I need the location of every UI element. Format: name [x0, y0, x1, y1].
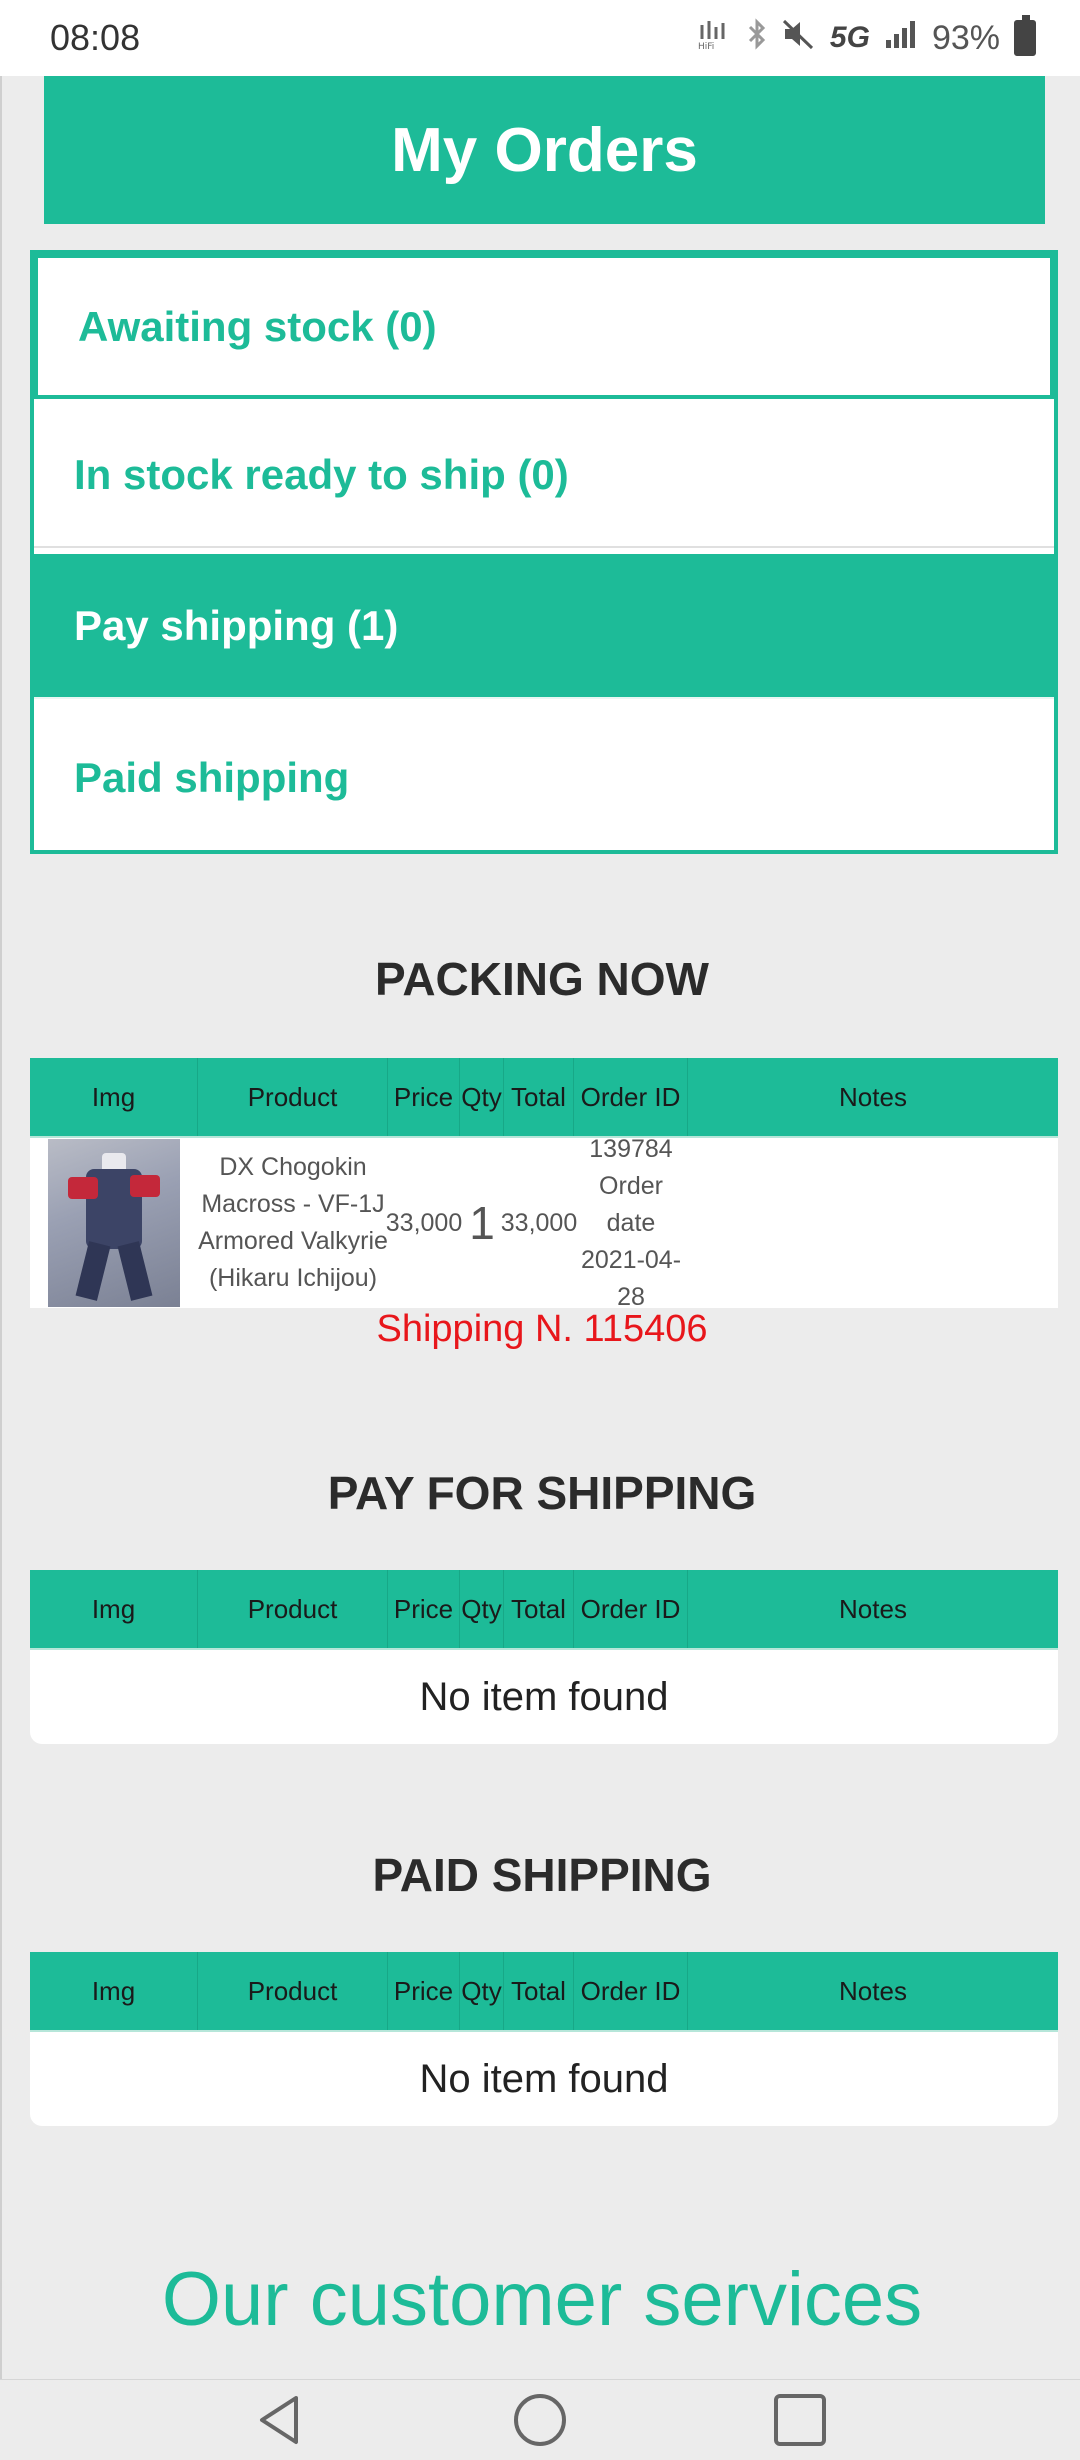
col-order-id: Order ID	[574, 1952, 688, 2030]
recents-icon[interactable]	[770, 2390, 830, 2450]
col-price: Price	[388, 1952, 460, 2030]
col-qty: Qty	[460, 1570, 504, 1648]
table-row[interactable]: DX Chogokin Macross - VF-1J Armored Valk…	[30, 1134, 1058, 1309]
mute-icon	[782, 18, 816, 59]
tab-paid-shipping[interactable]: Paid shipping	[34, 705, 1054, 850]
status-bar: 08:08 HiFi 5G 93%	[0, 0, 1080, 76]
col-product: Product	[198, 1952, 388, 2030]
col-order-id: Order ID	[574, 1570, 688, 1648]
product-image-cell	[30, 1138, 198, 1308]
packing-now-title: PACKING NOW	[375, 953, 709, 1005]
battery-percent: 93%	[931, 18, 1000, 57]
tab-ready-to-ship[interactable]: In stock ready to ship (0)	[34, 403, 1054, 548]
col-img: Img	[30, 1058, 198, 1136]
order-tabs: Awaiting stock (0) In stock ready to shi…	[30, 250, 1058, 854]
pay-for-shipping-table: Img Product Price Qty Total Order ID Not…	[30, 1570, 1058, 1744]
signal-icon	[884, 18, 918, 59]
hifi-icon: HiFi	[698, 19, 732, 58]
product-qty: 1	[469, 1196, 495, 1249]
col-img: Img	[30, 1570, 198, 1648]
empty-message: No item found	[419, 1674, 669, 1719]
product-price: 33,000	[385, 1208, 463, 1237]
col-price: Price	[388, 1058, 460, 1136]
col-price: Price	[388, 1570, 460, 1648]
col-product: Product	[198, 1058, 388, 1136]
back-icon[interactable]	[250, 2390, 310, 2450]
col-product: Product	[198, 1570, 388, 1648]
col-notes: Notes	[839, 1593, 907, 1624]
page-title: My Orders	[44, 76, 1045, 224]
page: My Orders Awaiting stock (0) In stock re…	[0, 76, 1080, 2379]
order-notes	[688, 1138, 1058, 1308]
shipping-number: Shipping N. 115406	[376, 1308, 708, 1350]
paid-shipping-title: PAID SHIPPING	[372, 1849, 712, 1901]
pay-for-shipping-title: PAY FOR SHIPPING	[327, 1467, 757, 1519]
col-order-id: Order ID	[574, 1058, 688, 1136]
col-total: Total	[504, 1058, 574, 1136]
order-id: 139784 Order date 2021-04-28	[580, 1134, 682, 1309]
battery-icon	[1014, 15, 1036, 56]
col-notes: Notes	[839, 1081, 907, 1112]
table-header: Img Product Price Qty Total Order ID Not…	[30, 1952, 1058, 2032]
col-img: Img	[30, 1952, 198, 2030]
status-icons: HiFi 5G 93%	[698, 15, 1036, 59]
table-header: Img Product Price Qty Total Order ID Not…	[30, 1570, 1058, 1650]
table-header: Img Product Price Qty Total Order ID Not…	[30, 1058, 1058, 1138]
packing-table: Img Product Price Qty Total Order ID Not…	[30, 1058, 1058, 1308]
status-time: 08:08	[50, 17, 141, 58]
paid-shipping-table: Img Product Price Qty Total Order ID Not…	[30, 1952, 1058, 2126]
navigation-bar	[0, 2379, 1080, 2460]
col-qty: Qty	[460, 1952, 504, 2030]
tab-awaiting-stock[interactable]: Awaiting stock (0)	[34, 254, 1054, 399]
svg-text:HiFi: HiFi	[698, 42, 714, 49]
col-qty: Qty	[460, 1058, 504, 1136]
network-label: 5G	[829, 21, 870, 54]
home-icon[interactable]	[510, 2390, 570, 2450]
tab-pay-shipping[interactable]: Pay shipping (1)	[34, 554, 1054, 699]
product-name: DX Chogokin Macross - VF-1J Armored Valk…	[198, 1153, 388, 1292]
empty-message: No item found	[419, 2056, 669, 2101]
product-thumbnail[interactable]	[48, 1139, 180, 1307]
col-total: Total	[504, 1952, 574, 2030]
product-total: 33,000	[500, 1208, 578, 1237]
customer-services-heading: Our customer services	[161, 2257, 923, 2342]
col-notes: Notes	[839, 1975, 907, 2006]
bluetooth-icon	[746, 17, 768, 59]
col-total: Total	[504, 1570, 574, 1648]
